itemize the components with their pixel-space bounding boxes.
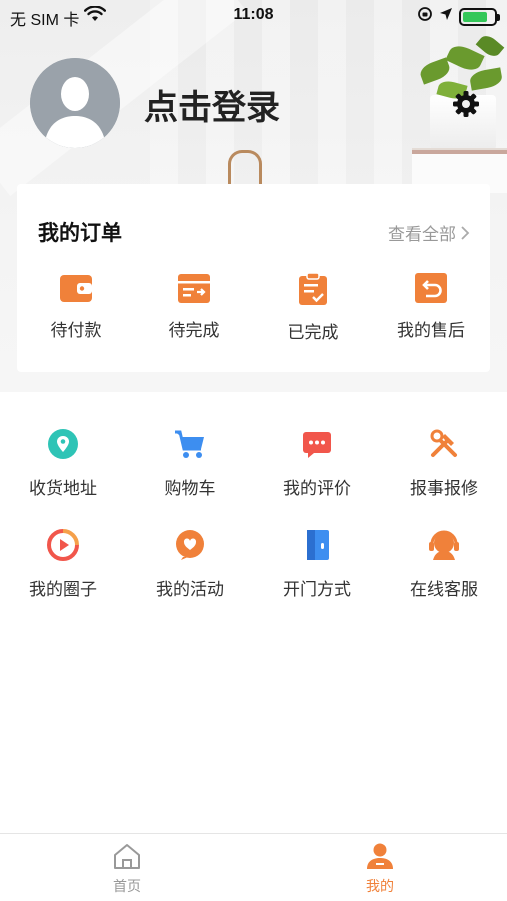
battery-tip [497, 13, 500, 21]
battery-level [463, 11, 487, 22]
shopping-cart-icon [175, 430, 204, 458]
location-arrow-icon [439, 7, 453, 26]
gear-icon[interactable] [450, 88, 482, 120]
tab-mine[interactable]: 我的 [320, 842, 440, 896]
service-label: 我的圈子 [29, 580, 97, 600]
service-online-support[interactable]: 在线客服 [381, 529, 507, 600]
orders-title: 我的订单 [38, 221, 122, 245]
pending-icon [178, 274, 210, 303]
order-status-label: 已完成 [287, 323, 339, 343]
service-door-access[interactable]: 开门方式 [254, 529, 380, 600]
view-all-orders-link[interactable]: 查看全部 [388, 220, 470, 245]
order-status-label: 待完成 [168, 321, 220, 341]
service-label: 报事报修 [410, 479, 478, 499]
service-my-circle[interactable]: 我的圈子 [0, 529, 126, 600]
wallet-icon [60, 275, 92, 302]
order-status-label: 待付款 [50, 321, 102, 341]
battery-icon [459, 7, 500, 26]
profile-icon [367, 843, 393, 869]
service-shopping-cart[interactable]: 购物车 [127, 428, 253, 499]
user-silhouette-icon [30, 58, 120, 148]
order-status-after-sales[interactable]: 我的售后 [376, 272, 486, 342]
service-my-activities[interactable]: 我的活动 [127, 529, 253, 600]
service-label: 开门方式 [283, 580, 351, 600]
status-bar: 无 SIM 卡 11:08 [0, 0, 507, 30]
home-icon [114, 844, 140, 869]
repair-tools-icon [430, 429, 457, 457]
door-icon [307, 530, 329, 560]
service-repair-report[interactable]: 报事报修 [381, 428, 507, 499]
return-icon [415, 273, 447, 303]
order-card: 我的订单 查看全部 待付款 待完成 已完成 我的售后 [17, 184, 490, 372]
tab-label: 我的 [366, 879, 394, 895]
service-label: 购物车 [164, 479, 216, 499]
activity-heart-icon [176, 530, 204, 560]
order-status-label: 我的售后 [397, 321, 465, 341]
location-pin-icon [48, 429, 78, 459]
tab-home[interactable]: 首页 [67, 842, 187, 896]
avatar[interactable] [30, 58, 120, 148]
hanger-decoration [228, 150, 262, 187]
clipboard-check-icon [299, 272, 327, 305]
service-label: 我的评价 [283, 479, 351, 499]
customer-service-icon [429, 530, 459, 560]
order-status-to-complete[interactable]: 待完成 [139, 272, 249, 342]
circle-play-icon [47, 529, 79, 561]
tab-label: 首页 [113, 879, 141, 895]
bottom-tab-bar: 首页 我的 [0, 833, 507, 901]
orientation-lock-icon [417, 6, 433, 27]
chevron-right-icon [461, 225, 470, 240]
service-label: 在线客服 [410, 580, 478, 600]
service-label: 我的活动 [156, 580, 224, 600]
login-button[interactable]: 点击登录 [144, 80, 280, 129]
order-status-completed[interactable]: 已完成 [258, 272, 368, 343]
service-shipping-address[interactable]: 收货地址 [0, 428, 126, 499]
view-all-label: 查看全部 [388, 225, 456, 245]
shelf-edge-decoration [412, 150, 507, 154]
order-status-pending-payment[interactable]: 待付款 [21, 272, 131, 342]
service-my-reviews[interactable]: 我的评价 [254, 428, 380, 499]
comment-icon [303, 432, 331, 458]
service-label: 收货地址 [29, 479, 97, 499]
